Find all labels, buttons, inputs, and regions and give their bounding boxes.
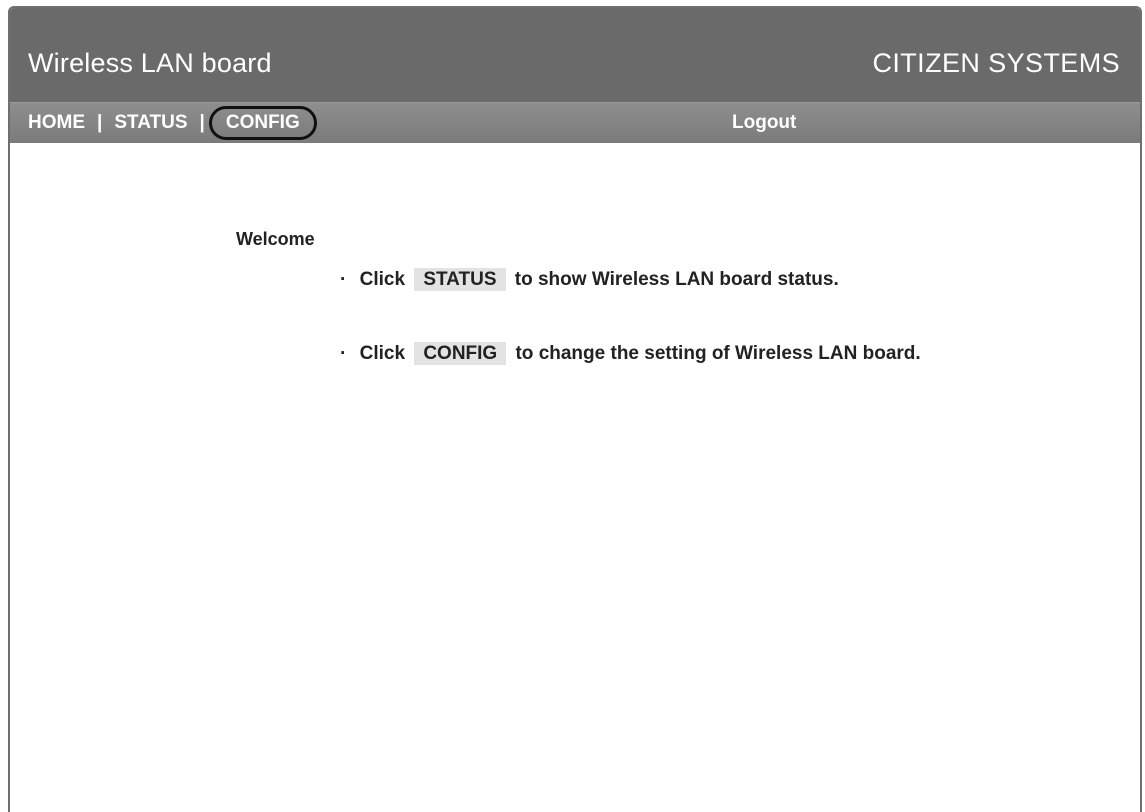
- nav-home-link[interactable]: HOME: [28, 112, 85, 134]
- status-instruction: · Click STATUS to show Wireless LAN boar…: [340, 268, 839, 291]
- app-title: Wireless LAN board: [28, 48, 272, 78]
- main-content: Welcome · Click STATUS to show Wireless …: [10, 143, 1140, 812]
- instruction-prefix: Click: [359, 269, 406, 290]
- nav-bar: HOME | STATUS | CONFIG Logout: [10, 102, 1140, 143]
- bullet-dot: ·: [340, 343, 347, 364]
- config-button[interactable]: CONFIG: [414, 342, 507, 365]
- status-button[interactable]: STATUS: [414, 268, 506, 291]
- browser-window: Wireless LAN board CITIZEN SYSTEMS HOME …: [8, 6, 1142, 812]
- nav-separator: |: [97, 112, 103, 133]
- logout-link[interactable]: Logout: [732, 112, 796, 134]
- nav-config-link[interactable]: CONFIG: [208, 106, 317, 140]
- welcome-heading: Welcome: [236, 229, 315, 249]
- instruction-suffix: to change the setting of Wireless LAN bo…: [515, 343, 921, 364]
- nav-status-link[interactable]: STATUS: [114, 112, 187, 134]
- nav-separator: |: [199, 112, 205, 133]
- config-instruction: · Click CONFIG to change the setting of …: [340, 342, 921, 365]
- instruction-suffix: to show Wireless LAN board status.: [514, 269, 839, 290]
- header-bar: Wireless LAN board CITIZEN SYSTEMS: [10, 8, 1140, 102]
- nav-links: HOME | STATUS | CONFIG: [28, 103, 317, 143]
- bullet-dot: ·: [340, 269, 347, 290]
- brand-name: CITIZEN SYSTEMS: [872, 48, 1120, 78]
- instruction-prefix: Click: [359, 343, 406, 364]
